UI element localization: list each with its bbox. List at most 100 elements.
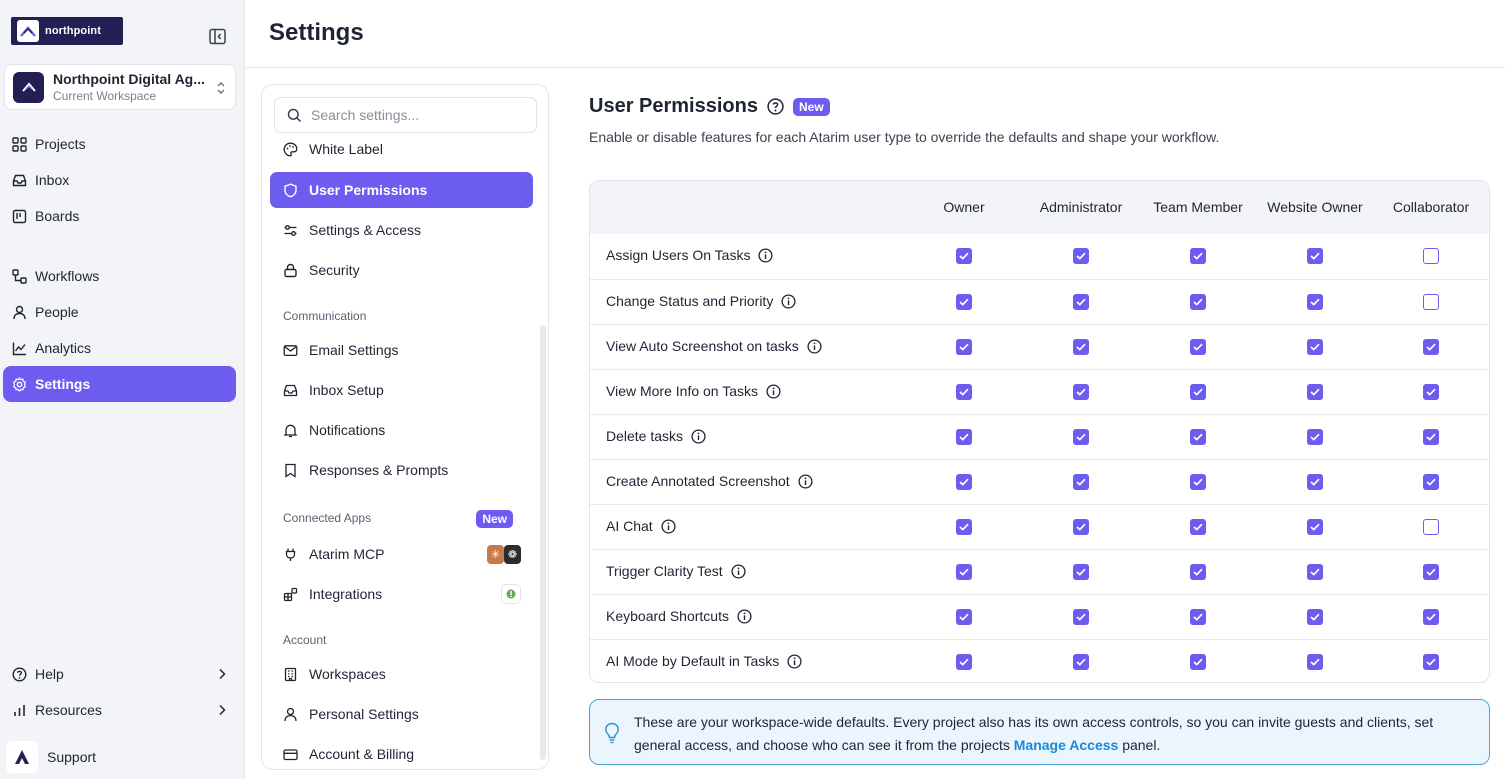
settings-item-responses-prompts[interactable]: Responses & Prompts bbox=[270, 452, 533, 488]
checkbox-owner[interactable] bbox=[956, 294, 972, 310]
info-icon[interactable] bbox=[691, 428, 706, 444]
page-header: Settings bbox=[245, 0, 1505, 68]
sidebar-item-analytics[interactable]: Analytics bbox=[3, 330, 236, 366]
sidebar-item-help[interactable]: Help bbox=[3, 656, 236, 692]
checkbox-website-owner[interactable] bbox=[1307, 384, 1323, 400]
settings-item-atarim-mcp[interactable]: Atarim MCP ✳ ❁ bbox=[270, 536, 533, 572]
checkbox-website-owner[interactable] bbox=[1307, 519, 1323, 535]
support-button[interactable]: Support bbox=[6, 741, 96, 773]
checkbox-website-owner[interactable] bbox=[1307, 429, 1323, 445]
checkbox-administrator[interactable] bbox=[1073, 564, 1089, 580]
checkbox-team-member[interactable] bbox=[1190, 474, 1206, 490]
sidebar-item-inbox[interactable]: Inbox bbox=[3, 162, 236, 198]
checkbox-collaborator[interactable] bbox=[1423, 609, 1439, 625]
settings-item-personal-settings[interactable]: Personal Settings bbox=[270, 696, 533, 732]
checkbox-collaborator[interactable] bbox=[1423, 294, 1439, 310]
checkbox-administrator[interactable] bbox=[1073, 294, 1089, 310]
settings-item-workspaces[interactable]: Workspaces bbox=[270, 656, 533, 692]
checkbox-team-member[interactable] bbox=[1190, 564, 1206, 580]
checkbox-administrator[interactable] bbox=[1073, 339, 1089, 355]
checkbox-website-owner[interactable] bbox=[1307, 564, 1323, 580]
checkbox-team-member[interactable] bbox=[1190, 654, 1206, 670]
info-icon[interactable] bbox=[781, 293, 796, 309]
checkbox-owner[interactable] bbox=[956, 654, 972, 670]
permission-label: Trigger Clarity Test bbox=[606, 563, 746, 579]
collapse-sidebar-icon[interactable] bbox=[209, 28, 227, 46]
settings-item-integrations[interactable]: Integrations bbox=[270, 576, 533, 612]
info-icon[interactable] bbox=[661, 518, 676, 534]
checkbox-website-owner[interactable] bbox=[1307, 248, 1323, 264]
settings-nav-scrollbar[interactable] bbox=[540, 325, 546, 760]
settings-item-account-billing[interactable]: Account & Billing bbox=[270, 736, 533, 769]
settings-search[interactable] bbox=[274, 97, 537, 133]
checkbox-collaborator[interactable] bbox=[1423, 519, 1439, 535]
chevron-right-icon bbox=[219, 668, 226, 680]
checkbox-website-owner[interactable] bbox=[1307, 339, 1323, 355]
brand-logo[interactable]: northpoint bbox=[11, 17, 123, 45]
checkbox-collaborator[interactable] bbox=[1423, 474, 1439, 490]
info-icon[interactable] bbox=[798, 473, 813, 489]
checkbox-website-owner[interactable] bbox=[1307, 609, 1323, 625]
settings-item-inbox-setup[interactable]: Inbox Setup bbox=[270, 372, 533, 408]
sidebar-item-projects[interactable]: Projects bbox=[3, 126, 236, 162]
checkbox-collaborator[interactable] bbox=[1423, 384, 1439, 400]
settings-item-user-permissions[interactable]: User Permissions bbox=[270, 172, 533, 208]
checkbox-administrator[interactable] bbox=[1073, 384, 1089, 400]
sidebar-item-settings[interactable]: Settings bbox=[3, 366, 236, 402]
help-icon[interactable] bbox=[767, 98, 784, 115]
checkbox-owner[interactable] bbox=[956, 474, 972, 490]
checkbox-collaborator[interactable] bbox=[1423, 564, 1439, 580]
checkbox-team-member[interactable] bbox=[1190, 339, 1206, 355]
info-icon[interactable] bbox=[807, 338, 822, 354]
settings-item-notifications[interactable]: Notifications bbox=[270, 412, 533, 448]
settings-item-label: Workspaces bbox=[309, 666, 386, 682]
table-row: AI Chat bbox=[590, 504, 1489, 549]
checkbox-team-member[interactable] bbox=[1190, 294, 1206, 310]
settings-item-label: Inbox Setup bbox=[309, 382, 384, 398]
workspace-switcher[interactable]: Northpoint Digital Ag... Current Workspa… bbox=[4, 64, 236, 110]
info-icon[interactable] bbox=[731, 563, 746, 579]
info-icon[interactable] bbox=[787, 653, 802, 669]
checkbox-administrator[interactable] bbox=[1073, 519, 1089, 535]
checkbox-administrator[interactable] bbox=[1073, 474, 1089, 490]
checkbox-team-member[interactable] bbox=[1190, 609, 1206, 625]
manage-access-link[interactable]: Manage Access bbox=[1014, 737, 1119, 753]
sidebar-item-people[interactable]: People bbox=[3, 294, 236, 330]
permission-label: AI Mode by Default in Tasks bbox=[606, 653, 802, 669]
checkbox-website-owner[interactable] bbox=[1307, 474, 1323, 490]
checkbox-administrator[interactable] bbox=[1073, 609, 1089, 625]
info-icon[interactable] bbox=[737, 608, 752, 624]
table-row: AI Mode by Default in Tasks bbox=[590, 639, 1489, 682]
checkbox-owner[interactable] bbox=[956, 248, 972, 264]
checkbox-administrator[interactable] bbox=[1073, 654, 1089, 670]
settings-search-input[interactable] bbox=[311, 107, 521, 123]
checkbox-team-member[interactable] bbox=[1190, 519, 1206, 535]
checkbox-team-member[interactable] bbox=[1190, 384, 1206, 400]
checkbox-owner[interactable] bbox=[956, 564, 972, 580]
info-icon[interactable] bbox=[766, 383, 781, 399]
checkbox-team-member[interactable] bbox=[1190, 248, 1206, 264]
checkbox-owner[interactable] bbox=[956, 429, 972, 445]
info-icon[interactable] bbox=[758, 247, 774, 263]
checkbox-collaborator[interactable] bbox=[1423, 339, 1439, 355]
settings-item-email-settings[interactable]: Email Settings bbox=[270, 332, 533, 368]
sidebar-item-resources[interactable]: Resources bbox=[3, 692, 236, 728]
permission-label: Assign Users On Tasks bbox=[606, 247, 774, 263]
checkbox-website-owner[interactable] bbox=[1307, 654, 1323, 670]
checkbox-administrator[interactable] bbox=[1073, 248, 1089, 264]
checkbox-owner[interactable] bbox=[956, 609, 972, 625]
sidebar-item-workflows[interactable]: Workflows bbox=[3, 258, 236, 294]
settings-item-settings-access[interactable]: Settings & Access bbox=[270, 212, 533, 248]
settings-item-security[interactable]: Security bbox=[270, 252, 533, 288]
checkbox-collaborator[interactable] bbox=[1423, 654, 1439, 670]
checkbox-owner[interactable] bbox=[956, 339, 972, 355]
checkbox-collaborator[interactable] bbox=[1423, 429, 1439, 445]
checkbox-owner[interactable] bbox=[956, 384, 972, 400]
checkbox-website-owner[interactable] bbox=[1307, 294, 1323, 310]
sidebar-item-boards[interactable]: Boards bbox=[3, 198, 236, 234]
checkbox-administrator[interactable] bbox=[1073, 429, 1089, 445]
checkbox-collaborator[interactable] bbox=[1423, 248, 1439, 264]
checkbox-team-member[interactable] bbox=[1190, 429, 1206, 445]
settings-item-white-label[interactable]: White Label bbox=[270, 131, 533, 167]
checkbox-owner[interactable] bbox=[956, 519, 972, 535]
